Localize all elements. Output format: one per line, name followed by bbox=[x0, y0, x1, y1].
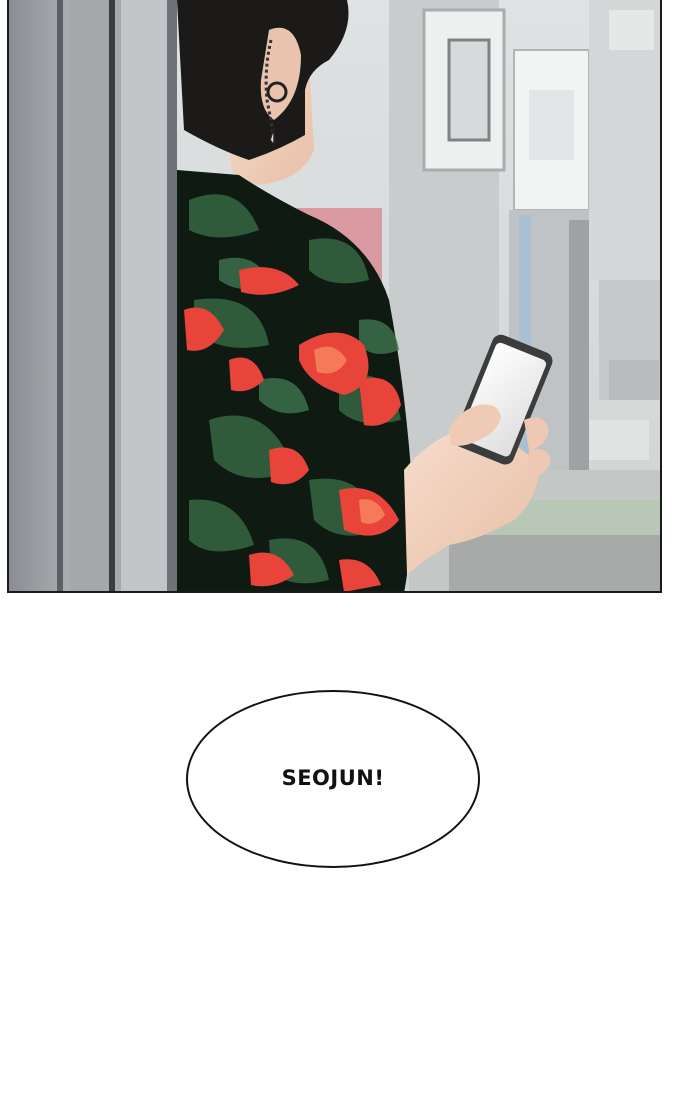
speech-bubble-text: SEOJUN! bbox=[281, 766, 385, 790]
speech-bubble: SEOJUN! bbox=[186, 690, 480, 868]
comic-panel: D bbox=[7, 0, 662, 593]
panel-illustration: D bbox=[9, 0, 660, 591]
